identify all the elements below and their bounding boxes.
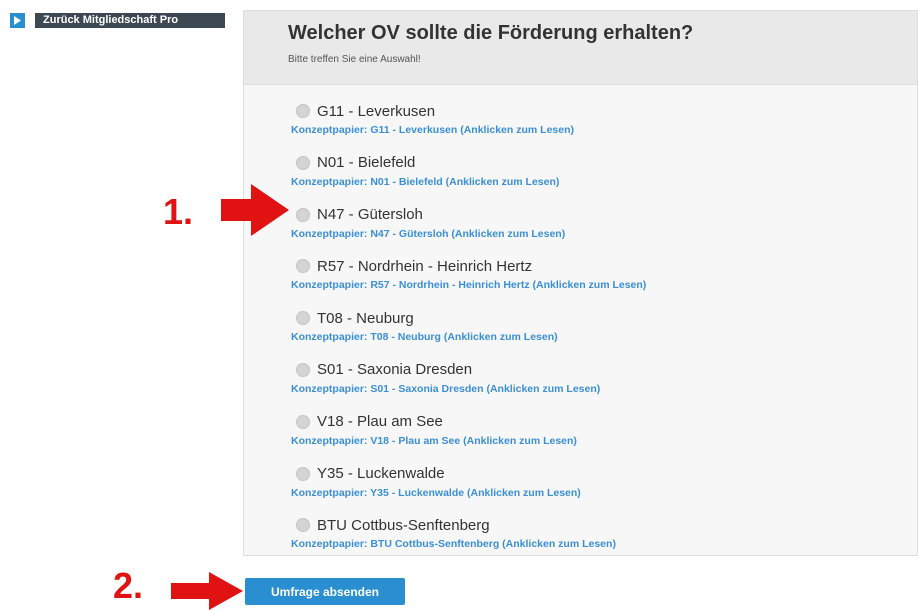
radio-button[interactable] bbox=[296, 104, 310, 118]
concept-paper-link[interactable]: Konzeptpapier: V18 - Plau am See (Anklic… bbox=[291, 435, 917, 447]
back-button-label: Zurück Mitgliedschaft Pro bbox=[35, 13, 225, 28]
arrow-right-icon bbox=[171, 572, 243, 610]
concept-paper-link[interactable]: Konzeptpapier: BTU Cottbus-Senftenberg (… bbox=[291, 538, 917, 550]
radio-button[interactable] bbox=[296, 414, 310, 429]
option-label: G11 - Leverkusen bbox=[317, 102, 436, 120]
option-label: N01 - Bielefeld bbox=[317, 154, 416, 172]
concept-paper-link[interactable]: Konzeptpapier: G11 - Leverkusen (Anklick… bbox=[291, 124, 917, 136]
back-button[interactable]: Zurück Mitgliedschaft Pro bbox=[10, 13, 225, 28]
concept-paper-link[interactable]: Konzeptpapier: N01 - Bielefeld (Anklicke… bbox=[291, 176, 917, 188]
concept-paper-link[interactable]: Konzeptpapier: Y35 - Luckenwalde (Anklic… bbox=[291, 487, 917, 499]
option-g11: G11 - Leverkusen Konzeptpapier: G11 - Le… bbox=[291, 99, 917, 151]
option-row[interactable]: V18 - Plau am See bbox=[291, 410, 917, 434]
option-row[interactable]: S01 - Saxonia Dresden bbox=[291, 358, 917, 382]
option-row[interactable]: G11 - Leverkusen bbox=[291, 99, 917, 123]
play-triangle-icon bbox=[10, 13, 25, 28]
arrow-right-icon bbox=[221, 184, 289, 236]
option-r57: R57 - Nordrhein - Heinrich Hertz Konzept… bbox=[291, 254, 917, 306]
concept-paper-link[interactable]: Konzeptpapier: R57 - Nordrhein - Heinric… bbox=[291, 279, 917, 291]
concept-paper-link[interactable]: Konzeptpapier: N47 - Gütersloh (Anklicke… bbox=[291, 228, 917, 240]
option-row[interactable]: N47 - Gütersloh bbox=[291, 203, 917, 227]
option-label: S01 - Saxonia Dresden bbox=[317, 361, 473, 379]
option-row[interactable]: R57 - Nordrhein - Heinrich Hertz bbox=[291, 254, 917, 278]
survey-panel: Welcher OV sollte die Förderung erhalten… bbox=[243, 10, 918, 556]
option-row[interactable]: T08 - Neuburg bbox=[291, 306, 917, 330]
question-title: Welcher OV sollte die Förderung erhalten… bbox=[288, 22, 694, 44]
radio-button[interactable] bbox=[296, 155, 310, 170]
option-n47: N47 - Gütersloh Konzeptpapier: N47 - Güt… bbox=[291, 203, 917, 255]
option-row[interactable]: N01 - Bielefeld bbox=[291, 151, 917, 175]
option-row[interactable]: Y35 - Luckenwalde bbox=[291, 462, 917, 486]
radio-button[interactable] bbox=[296, 207, 310, 222]
step-2-number: 2. bbox=[113, 565, 144, 606]
question-subtitle: Bitte treffen Sie eine Auswahl! bbox=[288, 54, 421, 65]
option-btu: BTU Cottbus-Senftenberg Konzeptpapier: B… bbox=[291, 513, 917, 565]
option-label: BTU Cottbus-Senftenberg bbox=[317, 516, 490, 534]
radio-button[interactable] bbox=[296, 518, 310, 533]
option-label: V18 - Plau am See bbox=[317, 413, 443, 431]
option-t08: T08 - Neuburg Konzeptpapier: T08 - Neubu… bbox=[291, 306, 917, 358]
option-v18: V18 - Plau am See Konzeptpapier: V18 - P… bbox=[291, 410, 917, 462]
concept-paper-link[interactable]: Konzeptpapier: S01 - Saxonia Dresden (An… bbox=[291, 383, 917, 395]
option-label: N47 - Gütersloh bbox=[317, 206, 423, 224]
radio-button[interactable] bbox=[296, 259, 310, 274]
option-n01: N01 - Bielefeld Konzeptpapier: N01 - Bie… bbox=[291, 151, 917, 203]
option-label: R57 - Nordrhein - Heinrich Hertz bbox=[317, 257, 533, 275]
radio-button[interactable] bbox=[296, 362, 310, 377]
options-list: G11 - Leverkusen Konzeptpapier: G11 - Le… bbox=[244, 85, 917, 565]
option-y35: Y35 - Luckenwalde Konzeptpapier: Y35 - L… bbox=[291, 462, 917, 514]
concept-paper-link[interactable]: Konzeptpapier: T08 - Neuburg (Anklicken … bbox=[291, 331, 917, 343]
option-s01: S01 - Saxonia Dresden Konzeptpapier: S01… bbox=[291, 358, 917, 410]
option-row[interactable]: BTU Cottbus-Senftenberg bbox=[291, 513, 917, 537]
radio-button[interactable] bbox=[296, 311, 310, 326]
submit-survey-button[interactable]: Umfrage absenden bbox=[245, 578, 405, 605]
radio-button[interactable] bbox=[296, 466, 310, 481]
option-label: Y35 - Luckenwalde bbox=[317, 465, 445, 483]
question-header: Welcher OV sollte die Förderung erhalten… bbox=[244, 11, 917, 85]
step-1-number: 1. bbox=[163, 191, 194, 232]
option-label: T08 - Neuburg bbox=[317, 309, 414, 327]
